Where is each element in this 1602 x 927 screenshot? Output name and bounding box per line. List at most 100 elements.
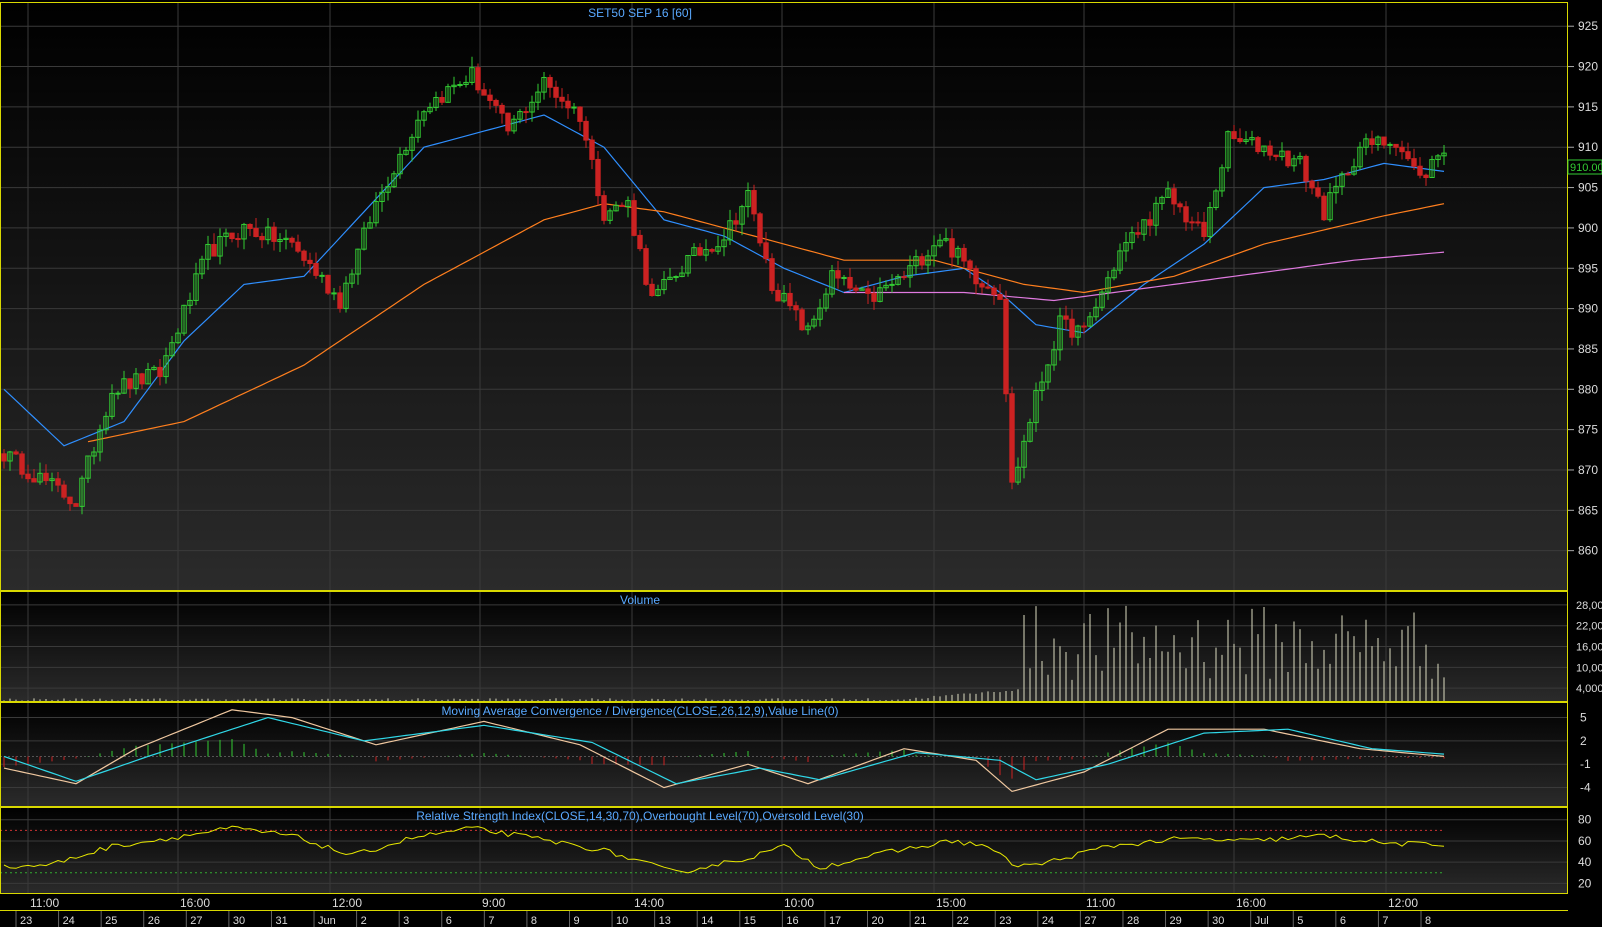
y-tick-label: 865 [1578, 503, 1598, 517]
date-tick-label: 14 [701, 915, 713, 927]
chart-stage: SET50 SEP 16 [60] 8608658708758808858908… [0, 2, 1602, 927]
date-tick-label: 6 [1340, 915, 1346, 927]
rsi-title: Relative Strength Index(CLOSE,14,30,70),… [416, 809, 864, 823]
date-tick-label: 29 [1170, 915, 1182, 927]
date-tick-label: 7 [1382, 915, 1388, 927]
candle-body [697, 247, 703, 256]
y-tick-label: 80 [1578, 813, 1592, 827]
candle [1321, 192, 1327, 222]
date-tick-label: 17 [829, 915, 841, 927]
y-tick-label: 895 [1578, 261, 1598, 275]
macd-panel: Moving Average Convergence / Divergence(… [0, 702, 1591, 807]
date-tick-label: 13 [659, 915, 671, 927]
candle-body [1417, 165, 1423, 176]
candle-body [229, 232, 235, 240]
candle-body [1267, 145, 1273, 156]
candle-body [475, 67, 481, 91]
candle [475, 63, 481, 94]
candle [19, 451, 25, 479]
y-tick-label: -1 [1580, 757, 1591, 771]
candle-body [1201, 221, 1207, 238]
candle-body [523, 111, 529, 114]
y-tick-label: 10,000 [1576, 662, 1602, 674]
candle-body [295, 241, 301, 252]
date-tick-label: 7 [488, 915, 494, 927]
date-tick-label: 9 [573, 915, 579, 927]
candle-body [1171, 188, 1177, 205]
candle-body [127, 378, 133, 389]
candle-body [631, 200, 637, 236]
candle-body [1237, 138, 1243, 142]
candle-body [1315, 187, 1321, 197]
date-tick-label: 3 [403, 915, 409, 927]
volume-panel: Volume 4,000 10,000 16,000 22,000 28,000 [0, 591, 1602, 702]
candle-body [787, 292, 793, 307]
date-tick-label: 23 [20, 915, 32, 927]
y-tick-label: 915 [1578, 100, 1598, 114]
y-tick-label: 2 [1580, 734, 1587, 748]
candle-body [1369, 138, 1375, 145]
candle-body [1345, 173, 1351, 176]
date-tick-label: 25 [105, 915, 117, 927]
candle-body [1189, 221, 1195, 224]
candle-body [1231, 131, 1237, 140]
candle-body [1387, 143, 1393, 146]
candle-body [235, 238, 241, 241]
candle-body [1147, 219, 1153, 226]
candle-body [13, 451, 19, 455]
candle-body [649, 283, 655, 297]
candle-body [1405, 151, 1411, 160]
candle-body [589, 139, 595, 160]
candle-body [301, 250, 307, 261]
candle-body [139, 373, 145, 385]
candle-body [1063, 315, 1069, 320]
candle-body [577, 106, 583, 122]
time-tick-label: 10:00 [784, 896, 814, 910]
candle-body [253, 227, 259, 238]
candle-body [271, 226, 277, 242]
candle-body [307, 259, 313, 264]
candle-body [847, 276, 853, 289]
candle-body [1321, 195, 1327, 221]
candle-body [1399, 146, 1405, 153]
candle [73, 502, 79, 507]
candle-body [31, 478, 37, 483]
date-tick-label: Jun [318, 915, 336, 927]
date-tick-label: 21 [914, 915, 926, 927]
candle-body [505, 112, 511, 132]
candle-body [325, 274, 331, 294]
y-tick-label: 22,000 [1576, 621, 1602, 633]
time-tick-label: 12:00 [332, 896, 362, 910]
candle [1003, 290, 1009, 403]
date-tick-label: 27 [190, 915, 202, 927]
y-tick-label: 60 [1578, 834, 1592, 848]
candle-body [997, 293, 1003, 300]
date-tick-label: 5 [1297, 915, 1303, 927]
candle-body [673, 276, 679, 279]
candle-body [751, 190, 757, 215]
y-tick-label: 905 [1578, 181, 1598, 195]
candle-body [733, 220, 739, 225]
candle-body [553, 86, 559, 98]
y-tick-label: 28,000 [1576, 600, 1602, 612]
candle-body [901, 276, 907, 279]
date-tick-label: 10 [616, 915, 628, 927]
last-price-label: 910.00 [1570, 162, 1602, 174]
candle-body [331, 292, 337, 295]
date-tick-label: 28 [1127, 915, 1139, 927]
candle [325, 274, 331, 295]
candle-body [1135, 232, 1141, 235]
date-tick-label: 24 [63, 915, 75, 927]
candle-body [313, 262, 319, 276]
candle-body [547, 77, 553, 88]
candle-body [763, 242, 769, 260]
candle-body [793, 305, 799, 311]
time-tick-label: 11:00 [30, 896, 59, 910]
time-tick-label: 11:00 [1086, 896, 1115, 910]
candle [1285, 150, 1291, 168]
candle-body [961, 247, 967, 262]
time-tick-label: 12:00 [1388, 896, 1418, 910]
candle-body [973, 268, 979, 285]
candle-body [571, 106, 577, 109]
candle-body [115, 392, 121, 395]
